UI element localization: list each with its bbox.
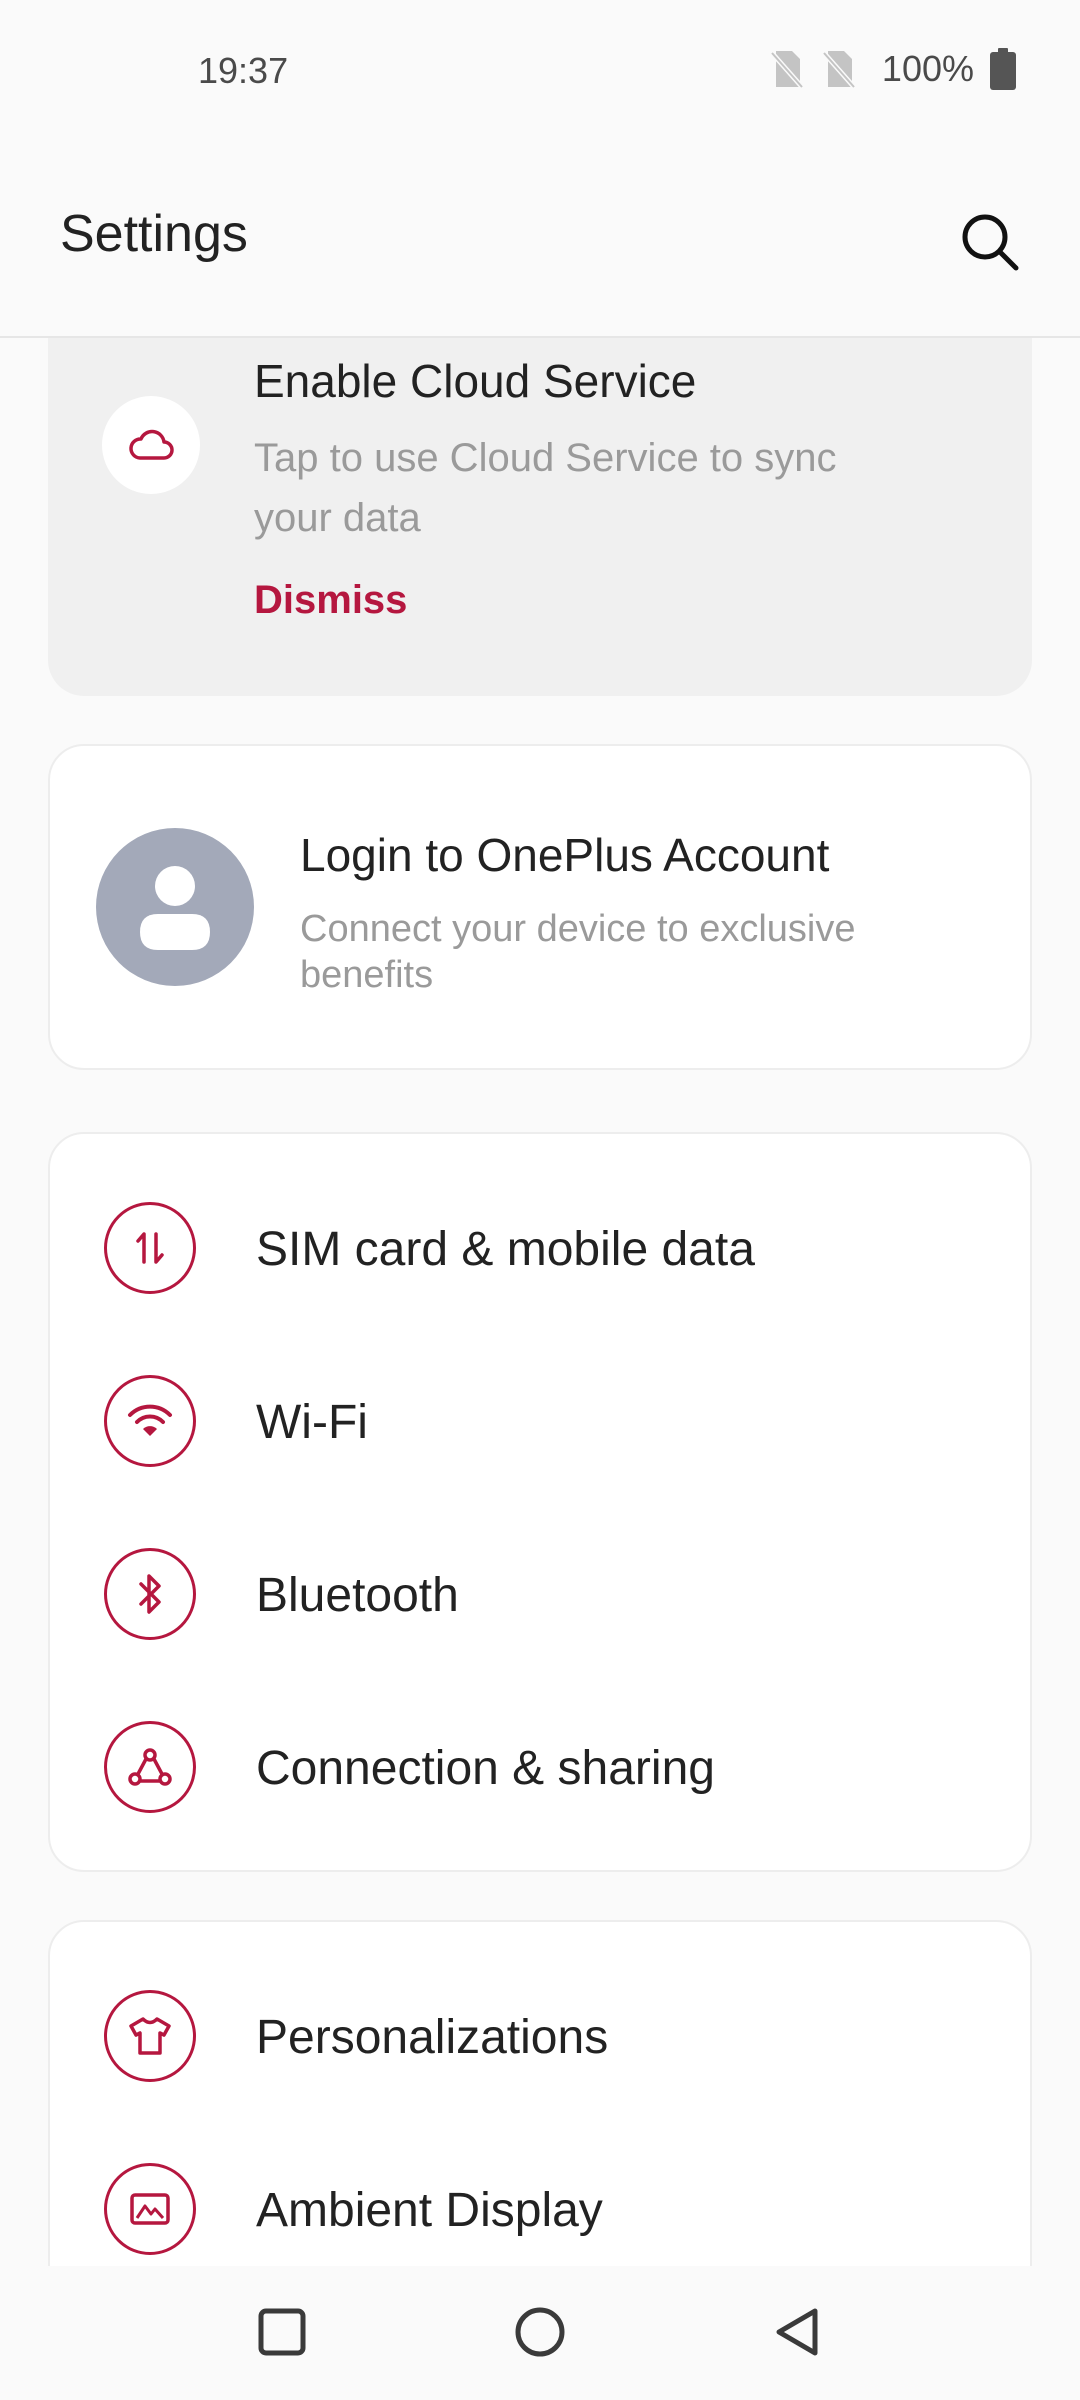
ambient-display-icon: [104, 2163, 196, 2255]
item-label: Connection & sharing: [256, 1742, 715, 1795]
status-bar: 19:37 100%: [0, 0, 1080, 140]
cloud-service-banner[interactable]: Enable Cloud Service Tap to use Cloud Se…: [48, 338, 1032, 696]
home-icon: [515, 2307, 565, 2357]
mobile-data-icon: [104, 1202, 196, 1294]
status-time: 19:37: [198, 50, 289, 91]
back-button[interactable]: [756, 2290, 840, 2374]
back-icon: [776, 2308, 818, 2356]
oneplus-account-card[interactable]: Login to OnePlus Account Connect your de…: [48, 744, 1032, 1070]
connectivity-group: SIM card & mobile data Wi-Fi Bluetooth C…: [48, 1132, 1032, 1872]
account-title: Login to OnePlus Account: [300, 829, 830, 881]
wifi-icon: [104, 1375, 196, 1467]
app-bar: Settings: [0, 140, 1080, 338]
personalization-group: Personalizations Ambient Display: [48, 1920, 1032, 2266]
battery-icon: [990, 48, 1016, 90]
item-label: Personalizations: [256, 2011, 609, 2064]
wifi-item[interactable]: Wi-Fi: [50, 1337, 1030, 1509]
sim-card-mobile-data-item[interactable]: SIM card & mobile data: [50, 1164, 1030, 1336]
settings-list[interactable]: Enable Cloud Service Tap to use Cloud Se…: [0, 338, 1080, 2266]
battery-percent: 100%: [881, 48, 974, 89]
no-sim-icon: [822, 51, 856, 89]
cloud-icon: [129, 429, 174, 460]
search-button[interactable]: [948, 200, 1032, 284]
cloud-icon-container: [102, 396, 200, 494]
connection-sharing-icon: [104, 1721, 196, 1813]
status-icons: 100%: [768, 48, 1016, 90]
dismiss-button[interactable]: Dismiss: [254, 578, 407, 623]
bluetooth-item[interactable]: Bluetooth: [50, 1510, 1030, 1682]
avatar: [96, 828, 254, 986]
page-title: Settings: [60, 205, 248, 263]
navigation-bar: [0, 2266, 1080, 2400]
ambient-display-item[interactable]: Ambient Display: [50, 2125, 1030, 2266]
home-button[interactable]: [498, 2290, 582, 2374]
recents-button[interactable]: [240, 2290, 324, 2374]
bluetooth-icon: [104, 1548, 196, 1640]
personalizations-item[interactable]: Personalizations: [50, 1952, 1030, 2124]
cloud-service-title: Enable Cloud Service: [254, 355, 697, 407]
tshirt-icon: [104, 1990, 196, 2082]
cloud-service-subtitle: Tap to use Cloud Service to sync your da…: [254, 436, 837, 540]
recents-icon: [258, 2308, 306, 2356]
no-sim-icon: [770, 51, 804, 89]
item-label: Bluetooth: [256, 1569, 459, 1622]
connection-sharing-item[interactable]: Connection & sharing: [50, 1683, 1030, 1855]
item-label: SIM card & mobile data: [256, 1223, 755, 1276]
item-label: Ambient Display: [256, 2184, 603, 2237]
avatar-icon: [140, 866, 210, 950]
search-icon: [962, 214, 1019, 271]
account-subtitle: Connect your device to exclusive benefit…: [300, 908, 856, 996]
item-label: Wi-Fi: [256, 1396, 368, 1449]
